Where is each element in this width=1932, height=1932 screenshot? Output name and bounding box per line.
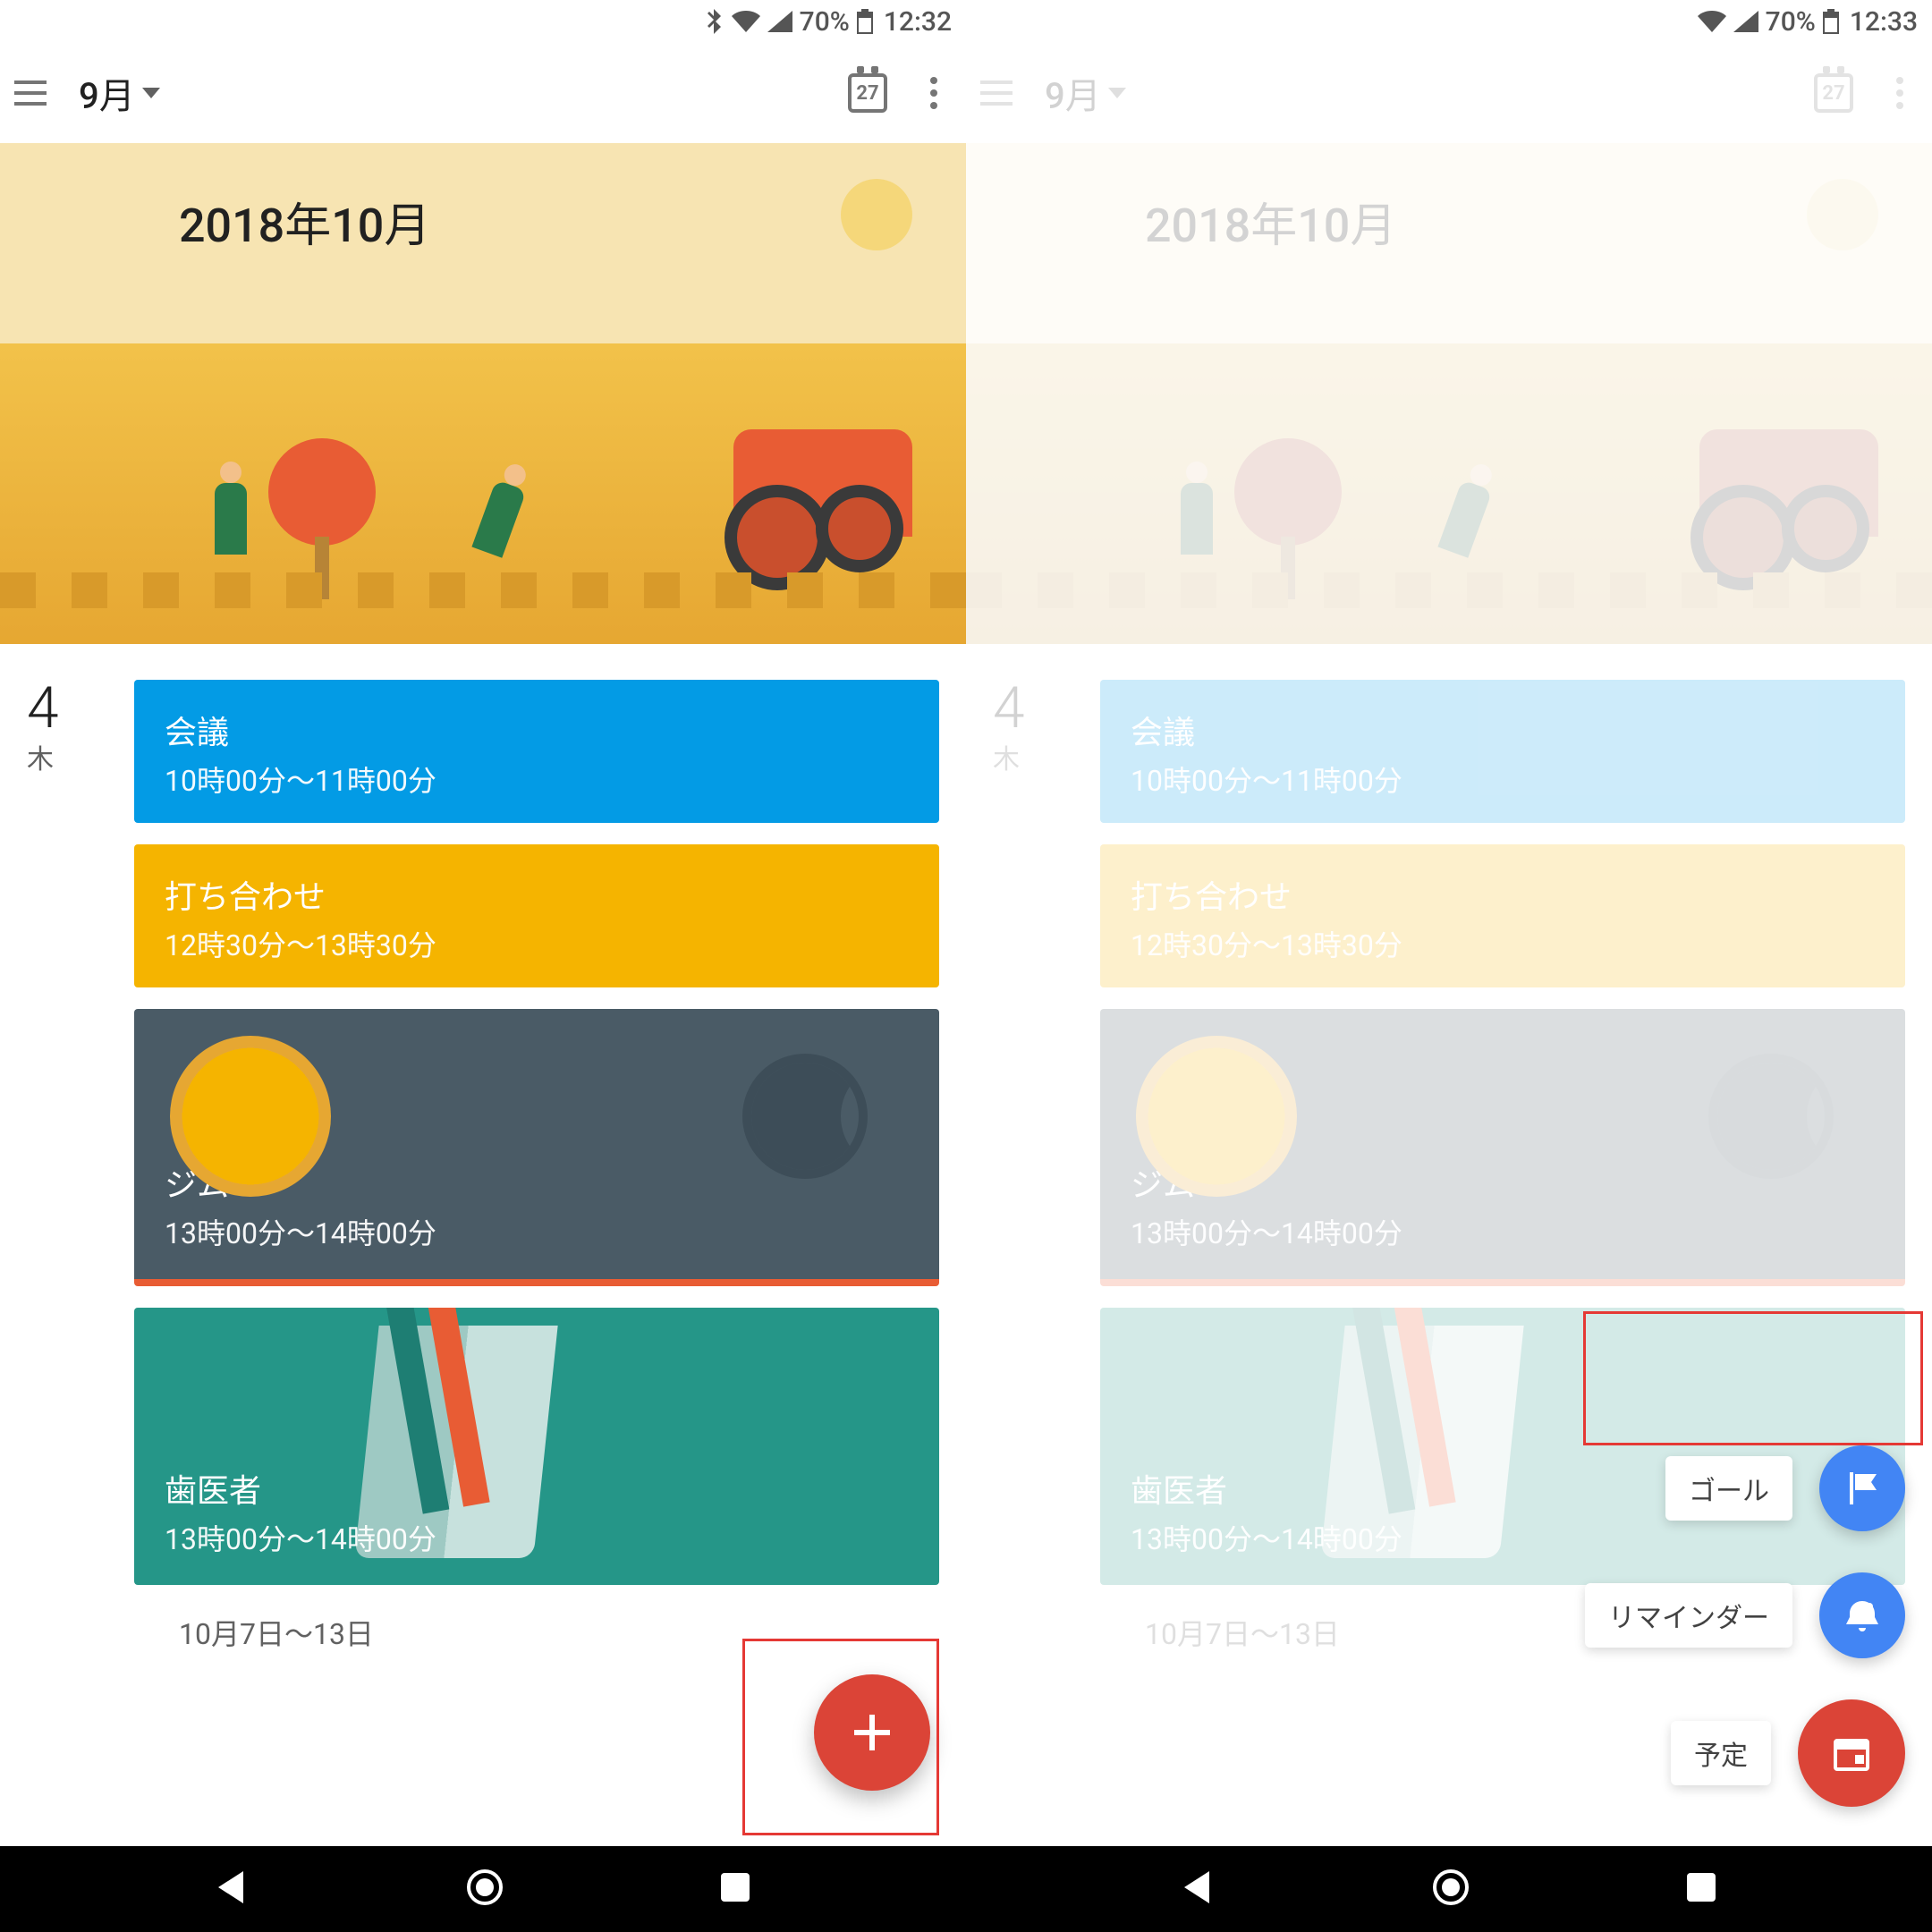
day-of-week: 木 [993,737,1100,776]
event-title: ジム [165,1159,909,1206]
flag-icon [1843,1469,1882,1508]
dropdown-triangle-icon [1108,88,1126,98]
battery-icon [857,9,873,34]
month-label: 9月 [79,67,135,119]
overflow-menu-icon[interactable] [1882,75,1918,111]
event-card[interactable]: 会議 10時00分～11時00分 [134,680,939,823]
month-header-title: 2018年10月 [1145,188,1396,255]
events-column: 会議 10時00分～11時00分 打ち合わせ 12時30分～13時30分 ジム … [134,680,939,1585]
day-number: 4 [993,680,1100,737]
overflow-menu-icon[interactable] [916,75,952,111]
month-header: 2018年10月 [0,143,966,644]
nav-bar [0,1846,966,1932]
month-switcher[interactable]: 9月 [1045,67,1785,119]
sun-illustration [1807,179,1878,250]
cell-signal-icon [1733,11,1758,32]
month-label: 9月 [1045,67,1101,119]
event-time: 13時00分～14時00分 [165,1211,909,1252]
status-clock: 12:33 [1850,6,1918,38]
nav-back-icon[interactable] [213,1868,252,1911]
wifi-icon [1698,11,1726,32]
calendar-event-icon [1828,1730,1875,1776]
status-bar: 70% 12:33 [966,0,1932,43]
battery-percent: 70% [1766,6,1816,38]
day-column: 4 木 [27,680,134,1585]
event-title: 会議 [165,707,909,753]
speed-dial-item-goal[interactable]: ゴール [1665,1445,1905,1531]
menu-icon[interactable] [980,75,1016,111]
event-time: 10時00分～11時00分 [165,758,909,800]
nav-bar [966,1846,1932,1932]
event-time: 13時00分～14時00分 [1131,1211,1875,1252]
app-bar: 9月 27 [966,43,1932,143]
plus-icon [847,1707,897,1758]
person-illustration [215,483,247,555]
event-title: 打ち合わせ [1131,871,1875,918]
person-illustration [471,479,526,557]
tractor-illustration [1699,429,1878,537]
goal-fab[interactable] [1819,1445,1905,1531]
event-time: 12時30分～13時30分 [1131,923,1875,964]
speed-dial-label: 予定 [1671,1721,1771,1785]
nav-recents-icon[interactable] [717,1869,753,1909]
screenshot-right: 70% 12:33 9月 27 2018年10月 4 木 会議 10時00 [966,0,1932,1932]
status-clock: 12:32 [884,6,952,38]
event-card[interactable]: 打ち合わせ 12時30分～13時30分 [1100,844,1905,987]
wifi-icon [732,11,760,32]
today-icon[interactable]: 27 [1814,73,1853,113]
event-card[interactable]: ジム 13時00分～14時00分 [134,1009,939,1286]
event-time: 13時00分～14時00分 [165,1517,909,1558]
speed-dial-label: ゴール [1665,1456,1792,1521]
event-title: 歯医者 [165,1465,909,1512]
reminder-icon [1843,1596,1882,1635]
field-illustration [966,572,1932,608]
menu-icon[interactable] [14,75,50,111]
dropdown-triangle-icon [142,88,160,98]
app-bar: 9月 27 [0,43,966,143]
fab-create[interactable] [814,1674,930,1791]
nav-home-icon[interactable] [465,1868,504,1911]
agenda: 4 木 会議 10時00分～11時00分 打ち合わせ 12時30分～13時30分… [966,644,1932,1585]
cell-signal-icon [767,11,792,32]
event-card[interactable]: 歯医者 13時00分～14時00分 [134,1308,939,1585]
agenda: 4 木 会議 10時00分～11時00分 打ち合わせ 12時30分～13時30分… [0,644,966,1585]
nav-back-icon[interactable] [1179,1868,1218,1911]
event-time: 12時30分～13時30分 [165,923,909,964]
tree-illustration [1234,438,1342,546]
month-switcher[interactable]: 9月 [79,67,819,119]
event-fab[interactable] [1798,1699,1905,1807]
tree-illustration [268,438,376,546]
event-time: 10時00分～11時00分 [1131,758,1875,800]
speed-dial-label: リマインダー [1585,1583,1792,1648]
event-title: 会議 [1131,707,1875,753]
today-icon[interactable]: 27 [848,73,887,113]
person-illustration [1181,483,1213,555]
event-card[interactable]: ジム 13時00分～14時00分 [1100,1009,1905,1286]
event-title: 打ち合わせ [165,871,909,918]
event-card[interactable]: 打ち合わせ 12時30分～13時30分 [134,844,939,987]
bluetooth-transfer-icon [703,9,724,34]
fab-speed-dial: ゴール リマインダー 予定 [1585,1445,1905,1807]
day-of-week: 木 [27,737,134,776]
reminder-fab[interactable] [1819,1572,1905,1658]
event-title: ジム [1131,1159,1875,1206]
speed-dial-item-reminder[interactable]: リマインダー [1585,1572,1905,1658]
speed-dial-item-event[interactable]: 予定 [1671,1699,1905,1807]
day-number: 4 [27,680,134,737]
month-header-title: 2018年10月 [179,188,430,255]
person-illustration [1437,479,1492,557]
month-header: 2018年10月 [966,143,1932,644]
status-bar: 70% 12:32 [0,0,966,43]
screenshot-left: 70% 12:32 9月 27 2018年10月 4 木 会議 10時00 [0,0,966,1932]
tractor-illustration [733,429,912,537]
sun-illustration [841,179,912,250]
day-column: 4 木 [993,680,1100,1585]
week-range: 10月7日～13日 [0,1585,966,1653]
field-illustration [0,572,966,608]
battery-percent: 70% [800,6,850,38]
nav-home-icon[interactable] [1431,1868,1470,1911]
event-card[interactable]: 会議 10時00分～11時00分 [1100,680,1905,823]
nav-recents-icon[interactable] [1683,1869,1719,1909]
battery-icon [1823,9,1839,34]
